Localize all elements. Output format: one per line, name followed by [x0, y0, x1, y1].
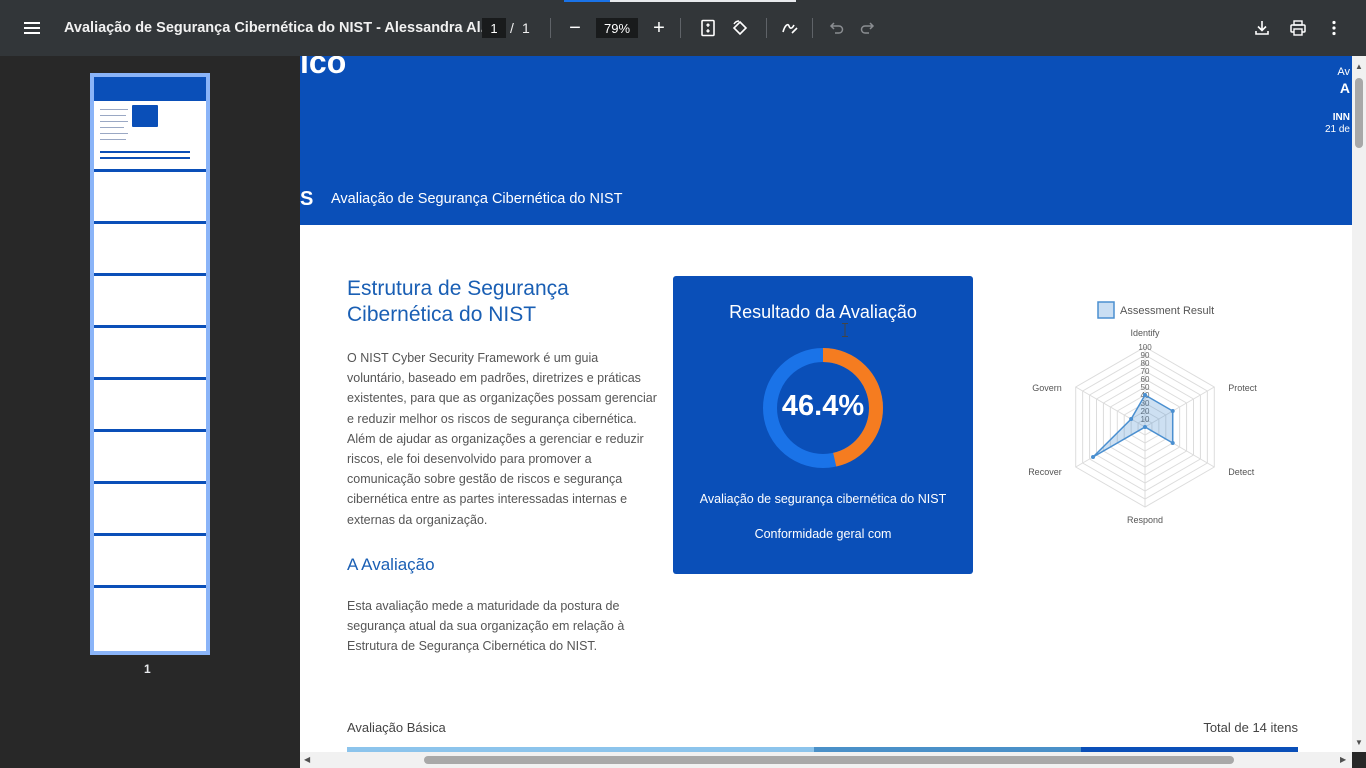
intro-paragraph: O NIST Cyber Security Framework é um gui… [347, 351, 657, 527]
radar-tick-label: 90 [1141, 351, 1150, 360]
hero-subtitle: Avaliação de Segurança Cibernética do NI… [331, 191, 623, 207]
result-description: Avaliação de segurança cibernética do NI… [699, 492, 947, 506]
radar-point [1091, 455, 1096, 459]
thumbnail-line [100, 151, 190, 153]
print-icon[interactable] [1286, 16, 1310, 40]
radar-point [1143, 425, 1147, 429]
footer-right-label: Total de 14 itens [1203, 720, 1298, 735]
thumbnail-page-number: 1 [144, 662, 151, 676]
thumbnail-section [94, 533, 206, 585]
rotate-icon[interactable] [728, 16, 752, 40]
thumbnail-card [132, 105, 158, 127]
hero-logo: ico [300, 56, 347, 80]
radar-point [1170, 441, 1175, 445]
pdf-toolbar: Avaliação de Segurança Cibernética do NI… [0, 0, 1366, 56]
thumbnail-sidebar: 1 [0, 56, 300, 768]
thumbnail-section [94, 325, 206, 377]
zoom-in-button[interactable]: + [648, 16, 670, 40]
radar-point [1170, 409, 1175, 413]
subsection-title: A Avaliação [347, 555, 435, 574]
assessment-paragraph: Esta avaliação mede a maturidade da post… [347, 599, 625, 654]
zoom-level-input[interactable]: 79% [596, 18, 638, 38]
toolbar-divider [550, 18, 551, 38]
hero-meta-1: Av [1337, 66, 1350, 78]
undo-icon[interactable] [824, 16, 848, 40]
scroll-up-arrow[interactable]: ▲ [1355, 62, 1363, 71]
legend-swatch [1097, 301, 1115, 319]
radar-category-label: Govern [1032, 383, 1062, 393]
more-options-icon[interactable] [1322, 16, 1346, 40]
section-title: Estrutura de Segurança Cibernética do NI… [347, 277, 569, 326]
result-title: Resultado da Avaliação [729, 302, 917, 322]
thumbnail-line [100, 115, 126, 116]
hero-meta-3: INN [1332, 112, 1350, 123]
horizontal-scroll-thumb[interactable] [424, 756, 1234, 764]
download-icon[interactable] [1250, 16, 1274, 40]
page-number-input[interactable]: 1 [482, 18, 506, 38]
scroll-right-arrow[interactable]: ▶ [1340, 755, 1346, 764]
radar-point [1129, 417, 1134, 421]
scroll-left-arrow[interactable]: ◀ [304, 755, 310, 764]
horizontal-scrollbar[interactable]: ◀ ▶ [300, 752, 1352, 768]
radar-point [1143, 393, 1147, 397]
radar-category-label: Recover [1028, 467, 1062, 477]
hero-meta-4: 21 de [1324, 124, 1350, 135]
redo-icon[interactable] [856, 16, 880, 40]
radar-tick-label: 100 [1138, 343, 1152, 352]
thumbnail-line [100, 127, 124, 128]
toolbar-progress-line-rest [610, 0, 796, 2]
thumbnail-line [100, 157, 190, 159]
footer-left-label: Avaliação Básica [347, 720, 446, 735]
radar-category-label: Respond [1127, 515, 1163, 525]
radar-category-label: Detect [1228, 467, 1255, 477]
radar-tick-label: 80 [1141, 359, 1150, 368]
toolbar-progress-line [564, 0, 610, 2]
menu-icon[interactable] [18, 16, 46, 40]
radar-tick-label: 50 [1141, 383, 1150, 392]
document-title: Avaliação de Segurança Cibernética do NI… [64, 20, 493, 36]
fit-page-icon[interactable] [696, 16, 720, 40]
document-viewer: ico Av A INN 21 de S Avaliação de Segura… [300, 56, 1352, 752]
radar-tick-label: 70 [1141, 367, 1150, 376]
result-percentage: 46.4% [781, 390, 865, 422]
thumbnail-header [94, 77, 206, 101]
thumbnail-line [100, 139, 126, 140]
result-compliance: Conformidade geral com [754, 527, 892, 541]
thumbnail-line [100, 133, 128, 134]
thumbnail-section [94, 273, 206, 325]
thumbnail-section [94, 481, 206, 533]
scroll-down-arrow[interactable]: ▼ [1355, 738, 1363, 747]
vertical-scrollbar[interactable]: ▲ ▼ [1352, 56, 1366, 752]
zoom-out-button[interactable]: − [564, 16, 586, 40]
thumbnail-section [94, 585, 206, 637]
toolbar-divider [766, 18, 767, 38]
radar-chart: Assessment Result102030405060708090100Id… [1028, 301, 1257, 525]
vertical-scroll-thumb[interactable] [1355, 78, 1363, 148]
result-card: Resultado da Avaliação 46.4% Avaliação d… [673, 276, 973, 574]
radar-category-label: Protect [1228, 383, 1257, 393]
annotate-icon[interactable] [778, 16, 802, 40]
document-hero: ico Av A INN 21 de S Avaliação de Segura… [300, 56, 1352, 225]
hero-meta-2: A [1339, 80, 1350, 96]
page-thumbnail[interactable] [90, 73, 210, 655]
page-total: 1 [522, 20, 530, 36]
thumbnail-section [94, 429, 206, 481]
thumbnail-section [94, 169, 206, 221]
radar-tick-label: 60 [1141, 375, 1150, 384]
radar-category-label: Identify [1130, 328, 1160, 338]
thumbnail-line [100, 121, 128, 122]
hero-sub-logo: S [300, 188, 314, 210]
thumbnail-line [100, 109, 128, 110]
toolbar-divider [680, 18, 681, 38]
legend-label: Assessment Result [1120, 305, 1214, 317]
text-cursor-icon [842, 323, 848, 337]
thumbnail-section [94, 377, 206, 429]
thumbnail-section [94, 221, 206, 273]
toolbar-divider [812, 18, 813, 38]
page-separator: / [510, 20, 514, 36]
